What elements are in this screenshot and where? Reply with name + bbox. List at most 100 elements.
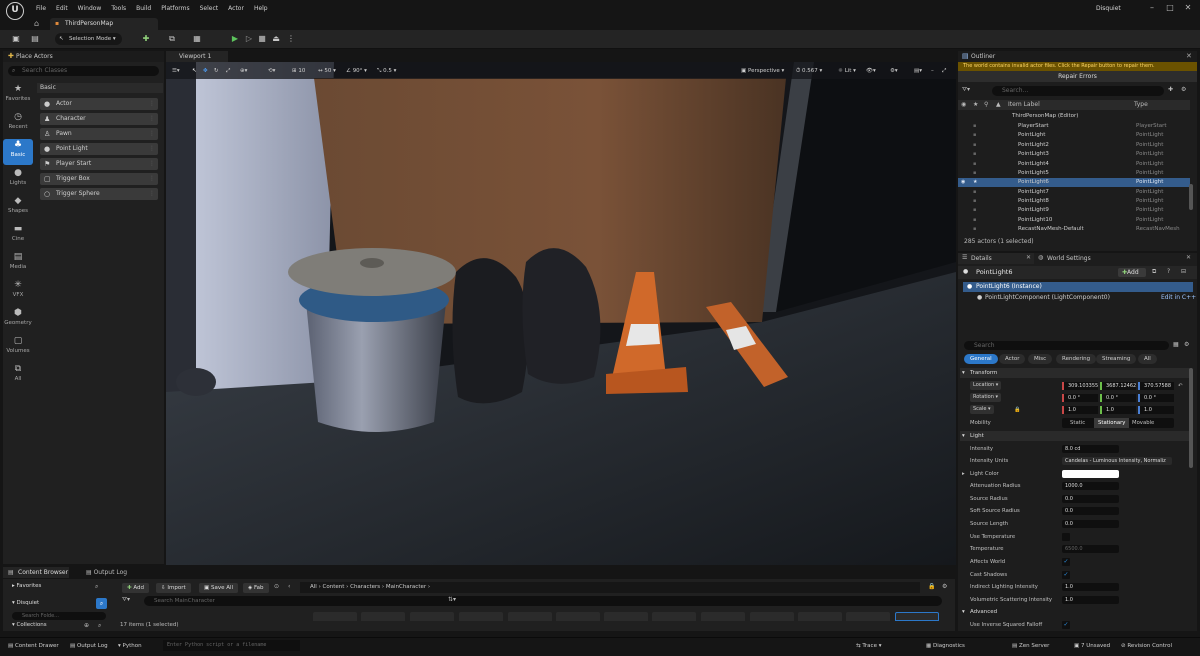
component-instance-row[interactable]: ● PointLight6 (Instance) xyxy=(963,282,1193,292)
visibility-icon[interactable]: ▪ xyxy=(973,169,976,178)
category-shapes[interactable]: ◆ Shapes xyxy=(3,195,33,221)
filter-icon[interactable]: ⛛▾ xyxy=(962,86,970,94)
cast-shadows-checkbox[interactable]: ✓ xyxy=(1062,571,1070,579)
visibility-icon[interactable]: ▪ xyxy=(973,122,976,131)
category-cine[interactable]: ▬ Cine xyxy=(3,223,33,249)
close-tab-icon[interactable]: ✕ xyxy=(1186,52,1192,60)
browse-icon[interactable]: ▤ xyxy=(29,33,41,45)
back-icon[interactable]: ‹ xyxy=(288,583,290,590)
level-tab[interactable]: ▪ ThirdPersonMap xyxy=(50,18,158,30)
use-temperature-checkbox[interactable] xyxy=(1062,533,1070,541)
camera-speed[interactable]: ⏱ 0.567 ▾ xyxy=(796,66,822,76)
source-length-input[interactable]: 0.0 xyxy=(1062,520,1119,528)
content-search-input[interactable]: Search MainCharacter xyxy=(144,596,942,606)
close-icon[interactable]: ✕ xyxy=(1179,0,1197,18)
eject-icon[interactable]: ⏏ xyxy=(270,33,282,45)
filter-tab-actor[interactable]: Actor xyxy=(999,354,1026,364)
actor-item-pawn[interactable]: ♙ Pawn ⋮ xyxy=(40,128,158,140)
transform-menu-icon[interactable]: ☰▾ xyxy=(172,66,180,76)
rotation-y-input[interactable]: 0.0 ° xyxy=(1100,394,1136,402)
settings-icon[interactable]: ⚙ xyxy=(1184,341,1189,348)
outliner-row-selected[interactable]: ◉ ★ PointLight6 PointLight xyxy=(958,178,1190,188)
settings-icon[interactable]: ⚙ xyxy=(942,583,947,590)
menu-window[interactable]: Window xyxy=(73,5,107,12)
blueprint-icon[interactable]: ⧉ xyxy=(1152,268,1156,276)
search-folder-icon[interactable]: ⌕ xyxy=(96,598,107,609)
unreal-logo-icon[interactable]: U xyxy=(6,2,24,20)
intensity-input[interactable]: 8.0 cd xyxy=(1062,445,1119,453)
revision-control-button[interactable]: ⊘ Revision Control xyxy=(1121,641,1172,652)
asset-thumbnail[interactable] xyxy=(508,612,552,621)
menu-edit[interactable]: Edit xyxy=(51,5,73,12)
menu-actor[interactable]: Actor xyxy=(223,5,249,12)
search-classes-input[interactable]: Search Classes xyxy=(8,66,159,76)
trace-button[interactable]: ⇆ Trace ▾ xyxy=(856,641,881,652)
mobility-movable[interactable]: Movable xyxy=(1132,418,1154,428)
outliner-settings-icon[interactable]: ⚙ xyxy=(1181,86,1186,93)
light-color-swatch[interactable] xyxy=(1062,470,1119,478)
zen-server-button[interactable]: ▤ Zen Server xyxy=(1012,641,1049,652)
category-geometry[interactable]: ⬢ Geometry xyxy=(3,307,33,333)
import-button[interactable]: ⇩ Import xyxy=(156,583,191,593)
visibility-icon[interactable]: ▪ xyxy=(973,225,976,234)
outliner-row[interactable]: ▪ PointLight10 PointLight xyxy=(958,216,1190,225)
details-scrollbar[interactable] xyxy=(1189,368,1193,468)
home-icon[interactable]: ⌂ xyxy=(34,18,46,30)
scale-x-input[interactable]: 1.0 xyxy=(1062,406,1098,414)
lock-icon[interactable]: 🔒 xyxy=(928,583,935,590)
sort-icon[interactable]: ⇅▾ xyxy=(448,596,456,603)
outliner-row[interactable]: ▪ PointLight2 PointLight xyxy=(958,141,1190,150)
filter-icon[interactable]: ⛛▾ xyxy=(122,596,130,604)
filter-tab-misc[interactable]: Misc xyxy=(1028,354,1053,364)
outliner-row[interactable]: ▪ PointLight PointLight xyxy=(958,131,1190,140)
mobility-stationary[interactable]: Stationary xyxy=(1094,418,1130,428)
visibility-icon[interactable]: ▪ xyxy=(973,188,976,197)
collections-section[interactable]: ▾ Collections xyxy=(12,622,47,628)
rotation-snap[interactable]: ∠ 90° ▾ xyxy=(346,66,367,76)
show-flags-icon[interactable]: 👁▾ xyxy=(866,66,876,76)
minimize-viewport-icon[interactable]: – xyxy=(931,66,934,76)
asset-thumbnail[interactable] xyxy=(410,612,454,621)
outliner-row[interactable]: ▪ RecastNavMesh-Default RecastNavMesh xyxy=(958,225,1190,234)
crumb-characters[interactable]: Characters xyxy=(350,584,380,590)
star-icon[interactable]: ★ xyxy=(973,178,977,187)
outliner-row[interactable]: ▪ PointLight4 PointLight xyxy=(958,160,1190,169)
asset-thumbnail[interactable] xyxy=(313,612,357,621)
outliner-row[interactable]: ▪ PlayerStart PlayerStart xyxy=(958,122,1190,131)
search-icon[interactable]: ⌕ xyxy=(95,583,98,591)
close-tab-icon[interactable]: ✕ xyxy=(1186,254,1191,261)
maximize-viewport-icon[interactable]: ⤢ xyxy=(942,66,946,76)
cinematics-icon[interactable]: ▦ xyxy=(191,33,203,45)
scale-dropdown[interactable]: Scale ▾ xyxy=(970,405,994,414)
visibility-icon[interactable]: ▪ xyxy=(973,206,976,215)
play-icon[interactable]: ▶ xyxy=(229,33,241,45)
location-x-input[interactable]: 309.103355 xyxy=(1062,382,1098,390)
filter-tab-general[interactable]: General xyxy=(964,354,998,364)
asset-thumbnail[interactable] xyxy=(604,612,648,621)
outliner-row[interactable]: ▪ PointLight8 PointLight xyxy=(958,197,1190,206)
asset-thumbnail[interactable] xyxy=(459,612,503,621)
actor-item-point-light[interactable]: ● Point Light ⋮ xyxy=(40,143,158,155)
mobility-static[interactable]: Static xyxy=(1070,418,1085,428)
edit-in-cpp-link[interactable]: Edit in C++ xyxy=(1161,293,1196,303)
visibility-icon[interactable]: ▪ xyxy=(973,141,976,150)
output-log-tab[interactable]: ▤ Output Log xyxy=(86,567,127,578)
menu-help[interactable]: Help xyxy=(249,5,273,12)
indirect-lighting-input[interactable]: 1.0 xyxy=(1062,583,1119,591)
scale-snap[interactable]: ⤡ 0.5 ▾ xyxy=(377,66,396,76)
settings-icon[interactable]: ⚙▾ xyxy=(890,66,898,76)
crumb-maincharacter[interactable]: MainCharacter xyxy=(386,584,426,590)
perspective-dropdown[interactable]: ▣ Perspective ▾ xyxy=(741,66,784,76)
select-tool-icon[interactable]: ↖ xyxy=(192,66,197,76)
maximize-icon[interactable]: □ xyxy=(1161,0,1179,18)
menu-select[interactable]: Select xyxy=(195,5,224,12)
asset-thumbnail-selected[interactable] xyxy=(895,612,939,621)
outliner-search-input[interactable]: Search... xyxy=(992,86,1164,96)
rotation-z-input[interactable]: 0.0 ° xyxy=(1138,394,1174,402)
temperature-input[interactable]: 6500.0 xyxy=(1062,545,1119,553)
eye-icon[interactable]: ◉ xyxy=(961,178,965,187)
outliner-row[interactable]: ▪ PointLight9 PointLight xyxy=(958,206,1190,215)
help-icon[interactable]: ? xyxy=(1167,268,1170,275)
actor-item-actor[interactable]: ● Actor ⋮ xyxy=(40,98,158,110)
scale-tool-icon[interactable]: ⤢ xyxy=(226,66,230,76)
